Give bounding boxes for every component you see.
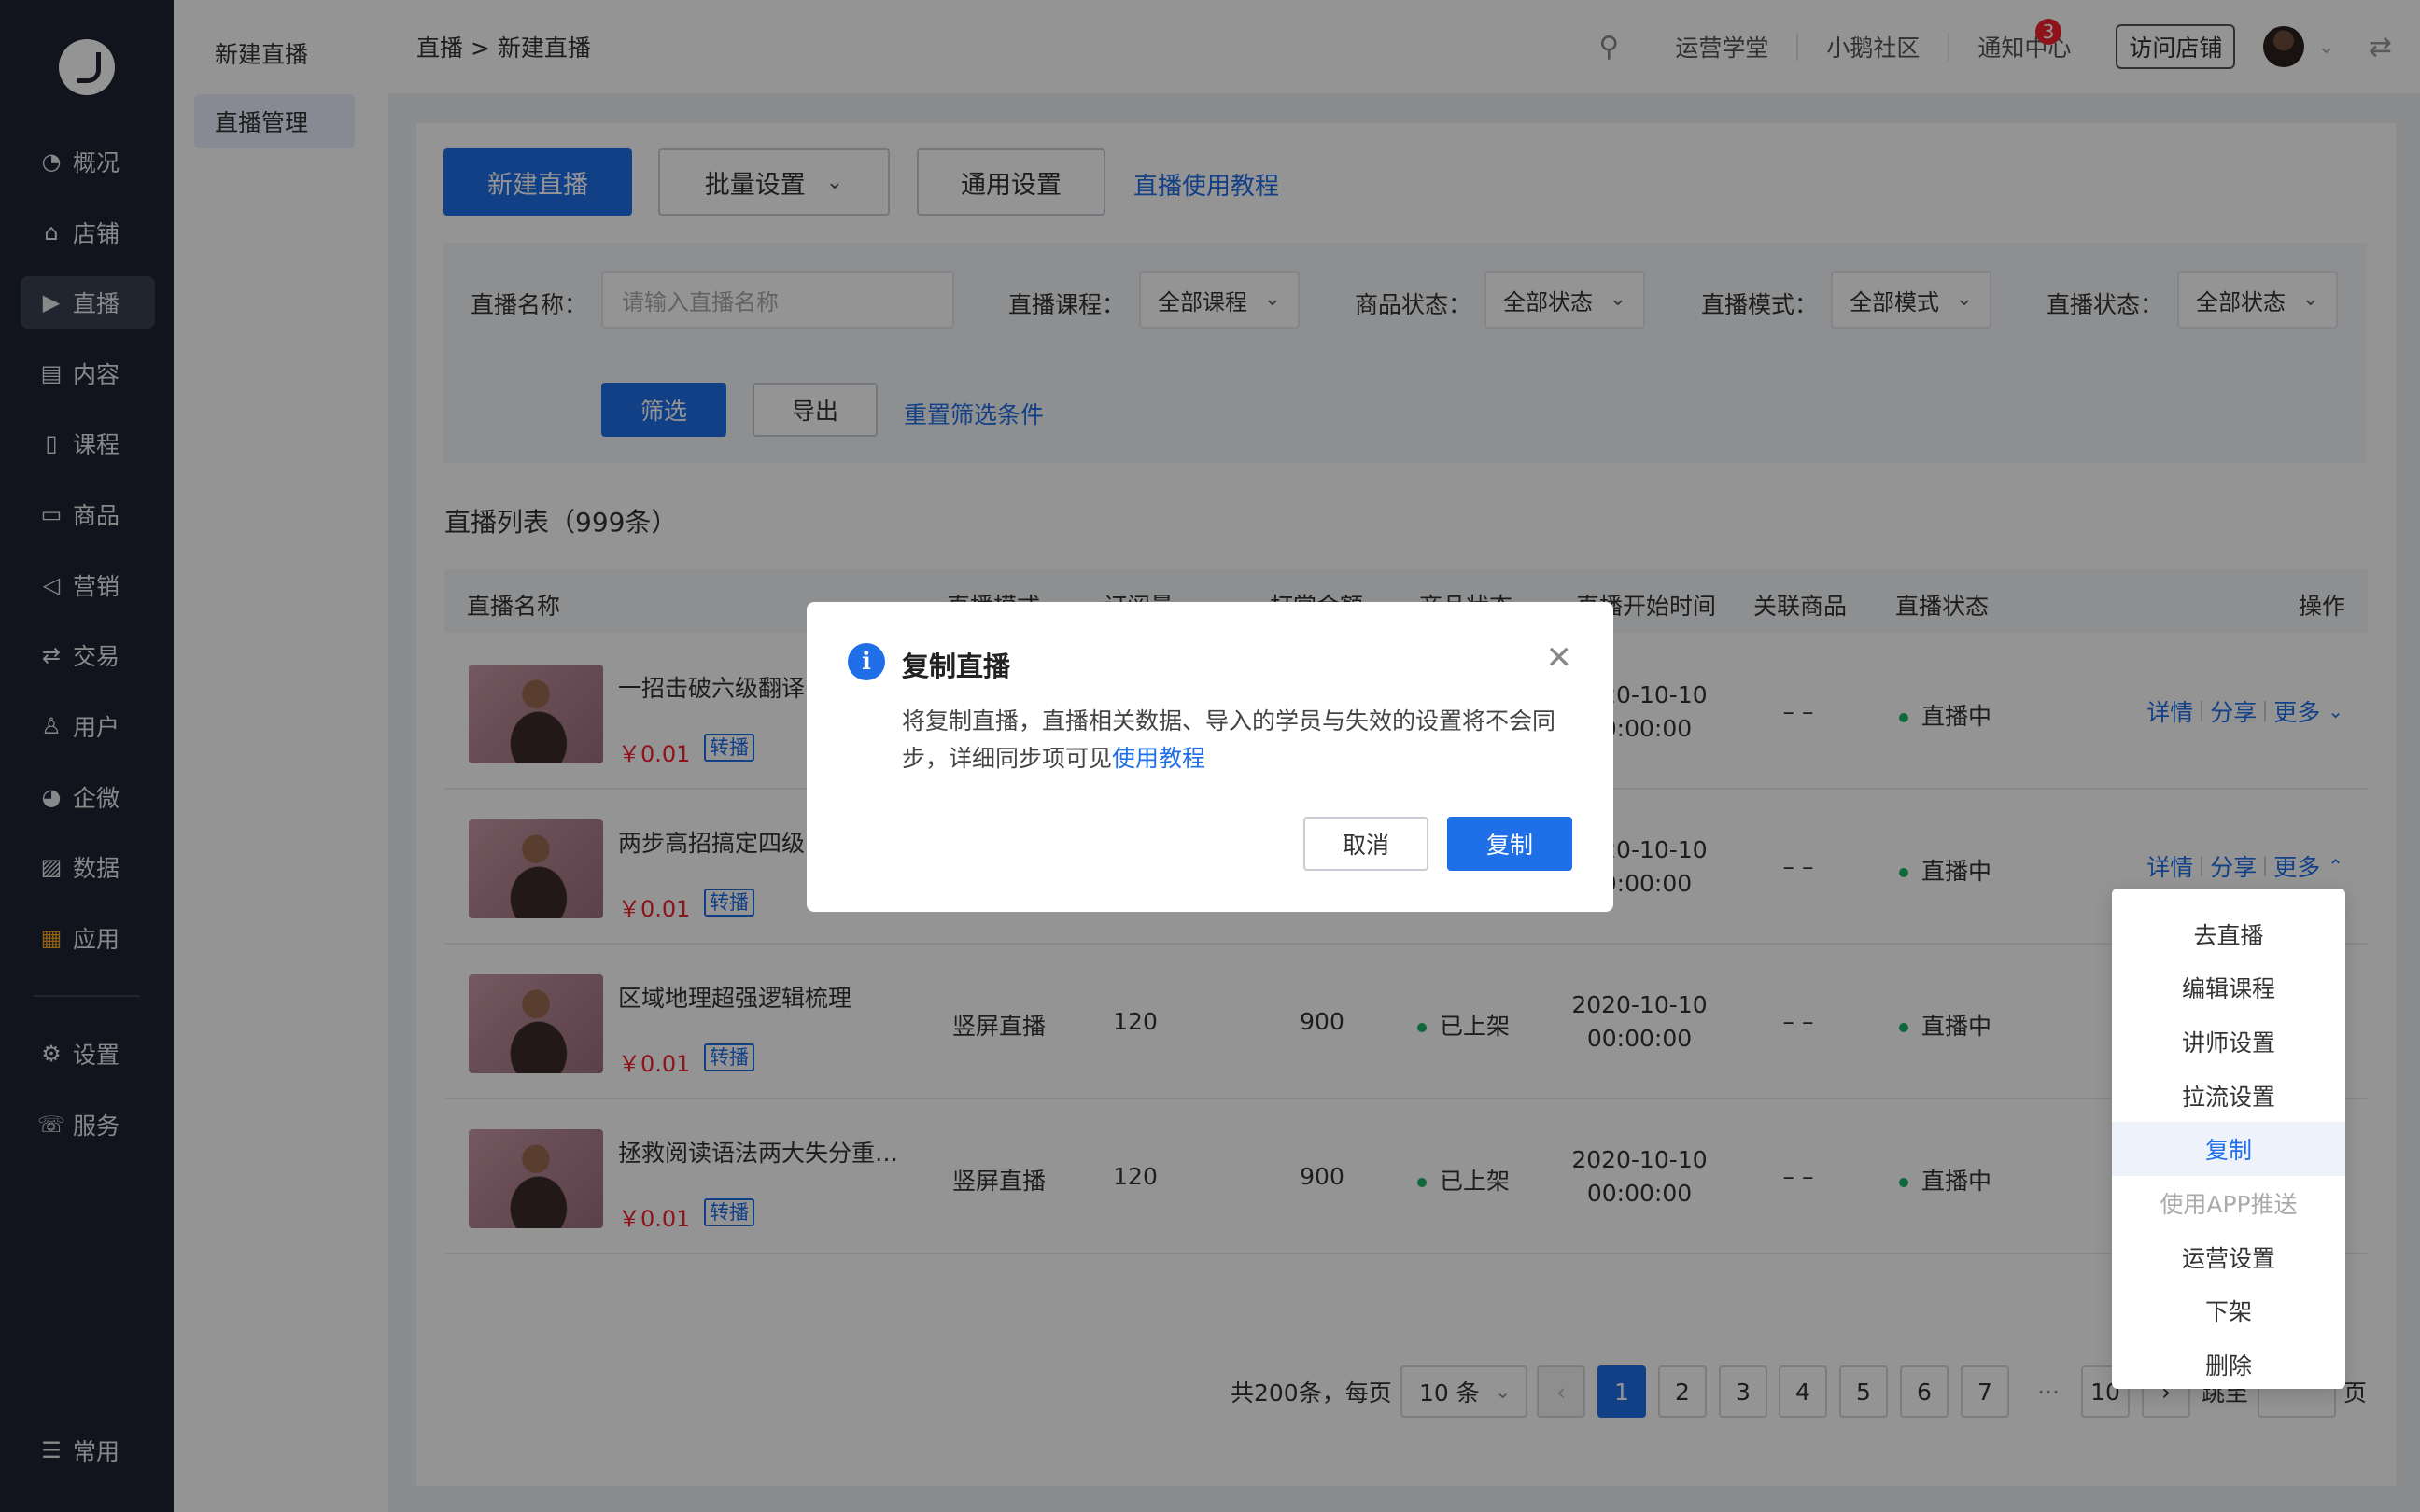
app-root: ◔ 概况 ⌂ 店铺 ▶ 直播 ▤ 内容 ▯ 课程 ▭ 商品 ◁ 营销 ⇄ 交易 [0,0,2420,1512]
dialog-tutorial-link[interactable]: 使用教程 [1112,745,1205,772]
close-icon[interactable]: ✕ [1546,639,1573,677]
confirm-copy-button[interactable]: 复制 [1447,817,1572,871]
cancel-button[interactable]: 取消 [1303,817,1428,871]
more-dropdown-menu: 去直播 编辑课程 讲师设置 拉流设置 复制 使用APP推送 运营设置 下架 删除 [2112,889,2345,1389]
menu-item-go-live[interactable]: 去直播 [2112,907,2345,961]
menu-item-pull-stream-settings[interactable]: 拉流设置 [2112,1069,2345,1123]
dialog-body: 将复制直播，直播相关数据、导入的学员与失效的设置将不会同步，详细同步项可见使用教… [902,703,1574,777]
menu-item-ops-settings[interactable]: 运营设置 [2112,1230,2345,1284]
menu-item-delete[interactable]: 删除 [2112,1337,2345,1392]
menu-item-edit-course[interactable]: 编辑课程 [2112,960,2345,1015]
menu-item-copy[interactable]: 复制 [2112,1122,2345,1176]
dialog-title: 复制直播 [902,651,1011,682]
info-icon: i [848,643,885,680]
menu-item-lecturer-settings[interactable]: 讲师设置 [2112,1015,2345,1069]
dialog-body-text: 将复制直播，直播相关数据、导入的学员与失效的设置将不会同步，详细同步项可见 [902,707,1556,772]
menu-item-unlist[interactable]: 下架 [2112,1283,2345,1337]
menu-item-app-push: 使用APP推送 [2160,1191,2298,1218]
copy-live-dialog: i 复制直播 ✕ 将复制直播，直播相关数据、导入的学员与失效的设置将不会同步，详… [807,602,1613,912]
